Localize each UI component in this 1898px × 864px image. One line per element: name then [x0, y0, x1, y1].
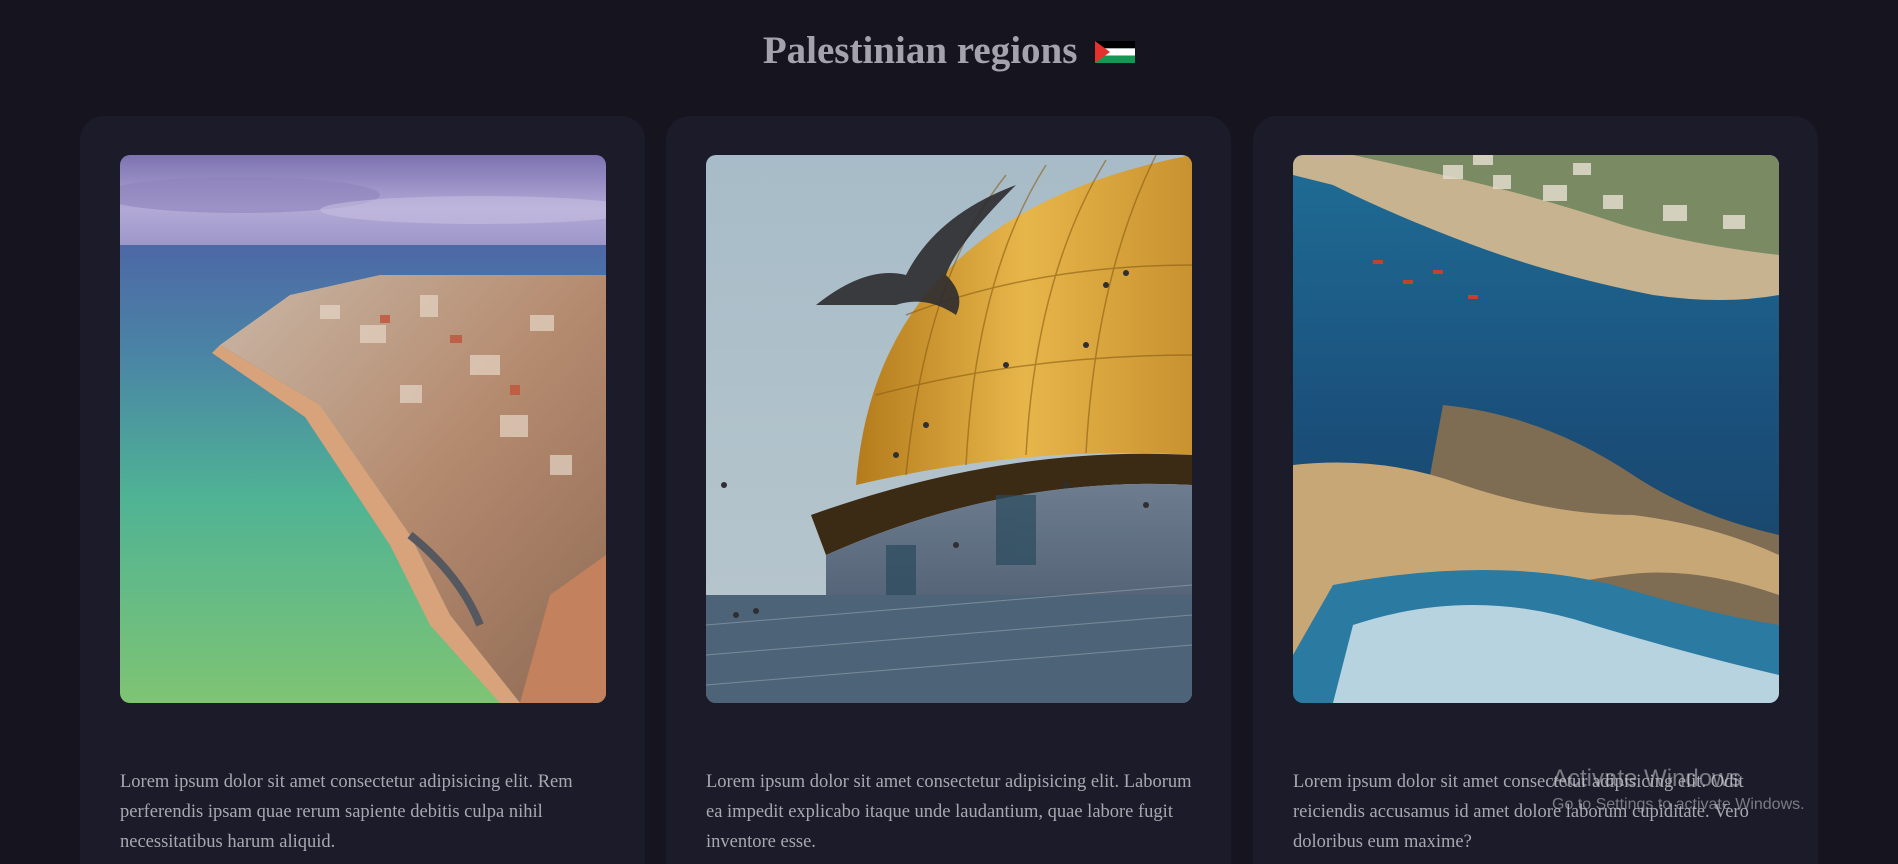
windows-activation-watermark: Activate Windows Go to Settings to activ… — [1552, 764, 1805, 816]
region-card-1-text: Lorem ipsum dolor sit amet consectetur a… — [120, 772, 573, 852]
region-card-1: Lorem ipsum dolor sit amet consectetur a… — [80, 116, 645, 864]
region-card-2-text: Lorem ipsum dolor sit amet consectetur a… — [706, 772, 1192, 852]
sea-coast-aerial-photo — [1293, 155, 1779, 703]
watermark-subtitle: Go to Settings to activate Windows. — [1552, 796, 1805, 813]
page: Palestinian regions Lorem ipsum dolor si… — [0, 0, 1898, 864]
palestine-flag-icon — [1095, 41, 1136, 64]
golden-dome-with-birds-photo — [706, 155, 1192, 703]
page-title: Palestinian regions — [0, 26, 1898, 76]
page-title-text: Palestinian regions — [762, 29, 1078, 72]
coastal-old-city-aerial-photo — [120, 155, 606, 703]
region-card-3: Lorem ipsum dolor sit amet consectetur a… — [1253, 116, 1818, 864]
region-card-2: Lorem ipsum dolor sit amet consectetur a… — [666, 116, 1231, 864]
watermark-title: Activate Windows — [1552, 765, 1742, 792]
